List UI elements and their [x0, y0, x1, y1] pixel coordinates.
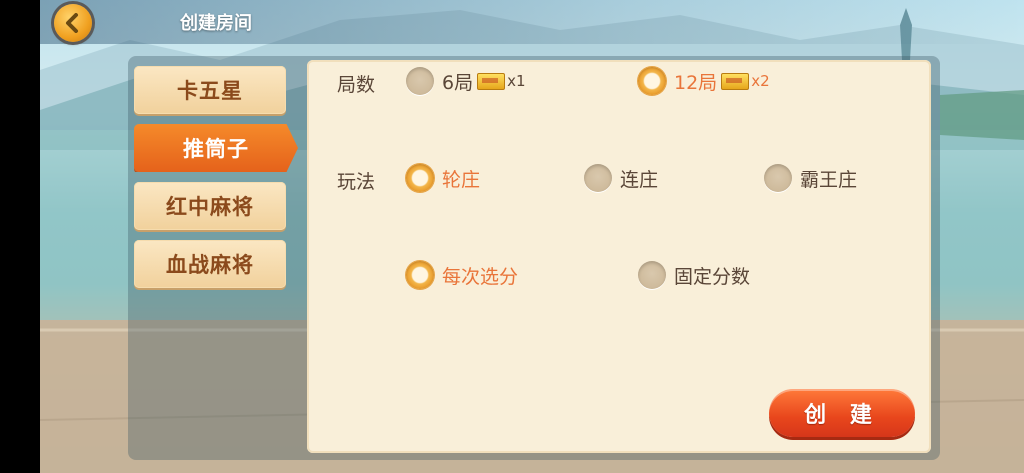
option-label: 6局: [442, 71, 474, 94]
create-button[interactable]: 创 建: [769, 389, 915, 437]
option-label: 12局: [674, 71, 718, 94]
back-button[interactable]: [54, 4, 92, 42]
card-multiplier: x1: [507, 72, 526, 90]
tab-kawuxing[interactable]: 卡五星: [134, 66, 286, 114]
gameplay-option-lunzhuang[interactable]: 轮庄: [406, 164, 480, 192]
gameplay-option-lianzhuang[interactable]: 连庄: [584, 164, 658, 192]
radio-button-selected[interactable]: [406, 164, 434, 192]
room-card-icon: [721, 72, 750, 90]
gameplay-label: 玩法: [337, 171, 376, 193]
radio-button[interactable]: [406, 67, 434, 95]
page-title: 创建房间: [180, 13, 252, 34]
option-label: 固定分数: [674, 265, 751, 288]
radio-button-selected[interactable]: [406, 261, 434, 289]
rounds-option-12[interactable]: 12局 x2: [638, 67, 770, 95]
tab-label: 卡五星: [177, 79, 243, 103]
tab-label: 血战麻将: [166, 253, 254, 277]
rounds-label: 局数: [337, 74, 376, 96]
scoring-option-fixed[interactable]: 固定分数: [638, 261, 750, 289]
tab-xuezhan-mahjong[interactable]: 血战麻将: [134, 240, 286, 288]
option-label: 连庄: [620, 168, 659, 191]
option-label: 轮庄: [442, 168, 481, 191]
radio-button[interactable]: [764, 164, 792, 192]
radio-button[interactable]: [638, 261, 666, 289]
option-label: 霸王庄: [800, 168, 858, 191]
radio-button-selected[interactable]: [638, 67, 666, 95]
back-arrow-icon: [66, 13, 78, 33]
room-card-icon: [477, 72, 506, 90]
tab-label: 推筒子: [183, 137, 249, 161]
rounds-option-6[interactable]: 6局 x1: [406, 67, 526, 95]
create-button-label: 创 建: [804, 403, 880, 428]
radio-button[interactable]: [584, 164, 612, 192]
scoring-option-each-time[interactable]: 每次选分: [406, 261, 518, 289]
card-multiplier: x2: [751, 72, 770, 90]
tab-hongzhong-mahjong[interactable]: 红中麻将: [134, 182, 286, 230]
tab-tuitongzi[interactable]: 推筒子: [134, 124, 298, 172]
gameplay-option-bawangzhuang[interactable]: 霸王庄: [764, 164, 857, 192]
option-label: 每次选分: [442, 265, 519, 288]
tab-label: 红中麻将: [166, 195, 254, 219]
